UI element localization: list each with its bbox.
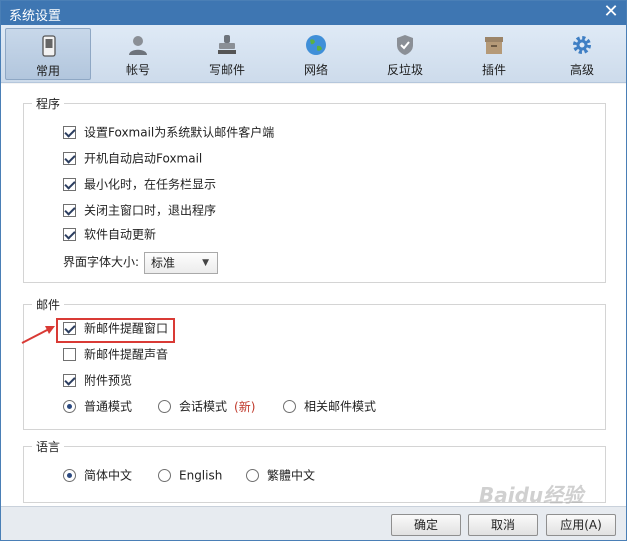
phone-device-icon	[42, 35, 56, 57]
radio-button[interactable]	[246, 469, 259, 482]
checkbox[interactable]	[63, 228, 76, 241]
tab-plugins[interactable]: 插件	[451, 28, 537, 80]
watermark: Baidu经验	[479, 483, 584, 507]
tab-account[interactable]: 帐号	[95, 28, 181, 80]
font-size-value: 标准	[151, 256, 176, 270]
option-label: 关闭主窗口时，退出程序	[84, 203, 217, 218]
lang-simplified-chinese[interactable]: 简体中文	[63, 467, 132, 485]
apply-button[interactable]: 应用(A)	[546, 514, 616, 536]
tab-advanced[interactable]: 高级	[539, 28, 625, 80]
lang-english[interactable]: English	[158, 467, 222, 485]
option-auto-start[interactable]: 开机自动启动Foxmail	[63, 150, 202, 168]
mode-normal[interactable]: 普通模式	[63, 398, 132, 416]
option-label: 新邮件提醒声音	[84, 347, 169, 362]
tab-label: 反垃圾	[386, 63, 423, 77]
tab-antispam[interactable]: 反垃圾	[362, 28, 448, 80]
lang-traditional-chinese[interactable]: 繁體中文	[246, 467, 315, 485]
settings-content: 程序 设置Foxmail为系统默认邮件客户端 开机自动启动Foxmail 最小化…	[1, 84, 626, 506]
radio-button[interactable]	[283, 400, 296, 413]
option-label: 设置Foxmail为系统默认邮件客户端	[84, 125, 275, 140]
box-icon	[485, 37, 503, 54]
gear-icon	[573, 36, 591, 54]
stamp-icon	[218, 35, 236, 54]
globe-icon	[306, 35, 326, 55]
annotation-arrow-icon	[21, 326, 55, 344]
option-close-exit[interactable]: 关闭主窗口时，退出程序	[63, 202, 216, 220]
radio-button[interactable]	[63, 400, 76, 413]
option-default-client[interactable]: 设置Foxmail为系统默认邮件客户端	[63, 124, 274, 142]
tab-label: 高级	[569, 63, 594, 77]
program-group-title: 程序	[32, 95, 65, 112]
checkbox[interactable]	[63, 126, 76, 139]
annotation-highlight-box	[56, 318, 175, 343]
checkbox[interactable]	[63, 348, 76, 361]
radio-button[interactable]	[158, 469, 171, 482]
mode-label: 普通模式	[84, 399, 133, 414]
tab-label: 常用	[35, 64, 60, 78]
option-label: 最小化时，在任务栏显示	[84, 177, 217, 192]
mode-related[interactable]: 相关邮件模式	[283, 398, 376, 416]
settings-window: 系统设置 ✕ 常用 帐号 写邮件 网络 反垃圾 插件 高级 程序 设置Foxma…	[0, 0, 627, 541]
checkbox[interactable]	[63, 152, 76, 165]
mail-group-title: 邮件	[32, 296, 65, 313]
tab-label: 写邮件	[208, 63, 245, 77]
lang-label: 繁體中文	[267, 468, 316, 483]
tab-general[interactable]: 常用	[5, 28, 91, 80]
checkbox[interactable]	[63, 374, 76, 387]
tab-compose[interactable]: 写邮件	[184, 28, 270, 80]
font-size-label: 界面字体大小:	[63, 255, 140, 269]
dialog-footer: 确定 取消 应用(A)	[1, 506, 626, 540]
option-label: 附件预览	[84, 373, 133, 388]
mode-label: 相关邮件模式	[304, 399, 377, 414]
radio-button[interactable]	[158, 400, 171, 413]
lang-label: 简体中文	[84, 468, 133, 483]
chevron-down-icon: ▼	[202, 258, 209, 268]
new-tag: (新)	[234, 399, 256, 414]
mode-label: 会话模式	[179, 399, 228, 414]
title-bar: 系统设置 ✕	[1, 1, 626, 25]
settings-toolbar: 常用 帐号 写邮件 网络 反垃圾 插件 高级	[1, 25, 626, 83]
cancel-button[interactable]: 取消	[468, 514, 538, 536]
radio-button[interactable]	[63, 469, 76, 482]
tab-label: 网络	[303, 63, 328, 77]
option-label: 开机自动启动Foxmail	[84, 151, 203, 166]
tab-label: 插件	[481, 63, 506, 77]
shield-icon	[397, 35, 413, 55]
user-icon	[129, 36, 147, 55]
window-title: 系统设置	[9, 9, 62, 24]
tab-label: 帐号	[125, 63, 150, 77]
option-auto-update[interactable]: 软件自动更新	[63, 226, 156, 244]
tab-network[interactable]: 网络	[273, 28, 359, 80]
close-button[interactable]: ✕	[602, 3, 620, 21]
option-minimize-taskbar[interactable]: 最小化时，在任务栏显示	[63, 176, 216, 194]
option-label: 软件自动更新	[84, 227, 157, 242]
option-attachment-preview[interactable]: 附件预览	[63, 372, 132, 390]
checkbox[interactable]	[63, 204, 76, 217]
option-new-mail-sound[interactable]: 新邮件提醒声音	[63, 346, 168, 364]
checkbox[interactable]	[63, 178, 76, 191]
language-group-title: 语言	[32, 438, 65, 455]
lang-label: English	[179, 468, 223, 483]
font-size-select[interactable]: 标准 ▼	[144, 252, 218, 274]
ok-button[interactable]: 确定	[391, 514, 461, 536]
mode-conversation[interactable]: 会话模式 (新)	[158, 398, 255, 416]
